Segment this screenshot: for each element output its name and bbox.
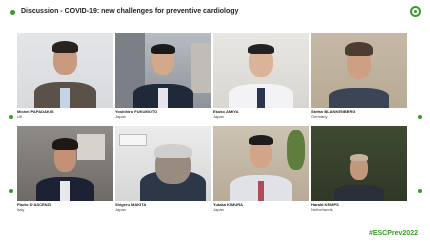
left-bullet-icon xyxy=(9,189,13,193)
page-title: Discussion - COVID-19: new challenges fo… xyxy=(21,8,239,15)
participant-country: UK xyxy=(17,114,23,119)
video-tile-blankenberg[interactable] xyxy=(311,33,407,108)
right-bullet-icon xyxy=(418,189,422,193)
video-tile-makita[interactable] xyxy=(115,126,211,201)
left-bullet-icon xyxy=(9,115,13,119)
participant-country: Netherlands xyxy=(311,207,333,212)
video-tile-dascenzi[interactable] xyxy=(17,126,113,201)
participant-country: Japan xyxy=(213,114,224,119)
participant-country: Japan xyxy=(115,207,126,212)
participant-country: Germany xyxy=(311,114,328,119)
right-bullet-icon xyxy=(418,115,422,119)
video-tile-kimura[interactable] xyxy=(213,126,309,201)
participant-country: Italy xyxy=(17,207,25,212)
event-hashtag: #ESCPrev2022 xyxy=(368,230,418,237)
participant-country: Japan xyxy=(115,114,126,119)
esc-logo-icon xyxy=(410,6,421,17)
video-tile-kemps[interactable] xyxy=(311,126,407,201)
participant-country: Japan xyxy=(213,207,224,212)
video-tile-amiya[interactable] xyxy=(213,33,309,108)
title-bullet-icon xyxy=(10,10,15,15)
video-tile-fukumoto[interactable] xyxy=(115,33,211,108)
video-tile-papadakis[interactable] xyxy=(17,33,113,108)
